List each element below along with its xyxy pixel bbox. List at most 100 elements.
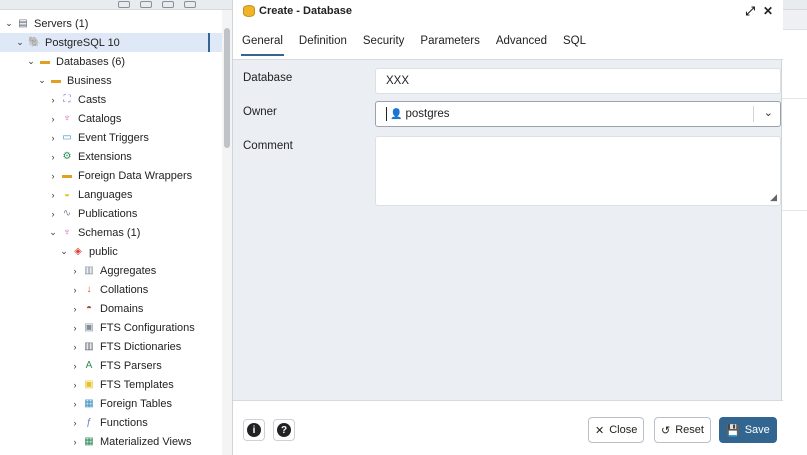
tree-item[interactable]: › ♆ Catalogs bbox=[0, 109, 222, 128]
tree-item[interactable]: › ▭ Event Triggers bbox=[0, 128, 222, 147]
user-icon: 👤 bbox=[390, 108, 403, 120]
tree-item[interactable]: › ◓ Domains bbox=[0, 299, 222, 318]
tree-item[interactable]: › ∿ Publications bbox=[0, 204, 222, 223]
chevron-right-icon[interactable]: › bbox=[48, 133, 58, 143]
tree-item[interactable]: › ▦ Foreign Tables bbox=[0, 394, 222, 413]
databases-icon: ▬ bbox=[40, 55, 50, 67]
tree-item[interactable]: › ƒ Functions bbox=[0, 413, 222, 432]
chevron-right-icon[interactable]: › bbox=[70, 266, 80, 276]
tree-item[interactable]: › ⛶ Casts bbox=[0, 90, 222, 109]
tree-item-label: Languages bbox=[78, 188, 133, 201]
object-explorer: ⌄ ▤ Servers (1) ⌄ 🐘 PostgreSQL 10 ⌄ ▬ Databases … bbox=[0, 10, 232, 455]
chevron-down-icon[interactable]: ⌄ bbox=[59, 246, 69, 257]
owner-select[interactable]: 👤 postgres ⌄ bbox=[375, 101, 781, 127]
toolbar-icon[interactable] bbox=[184, 1, 196, 8]
chevron-right-icon[interactable]: › bbox=[48, 190, 58, 200]
tree-item[interactable]: › ◒ Languages bbox=[0, 185, 222, 204]
tree-item[interactable]: ⌄ ▬ Databases (6) bbox=[0, 52, 222, 71]
tab-definition[interactable]: Definition bbox=[298, 22, 348, 60]
tab-sql[interactable]: SQL bbox=[562, 22, 587, 60]
info-icon: i bbox=[247, 423, 261, 437]
chevron-right-icon[interactable]: › bbox=[70, 380, 80, 390]
help-icon: ? bbox=[277, 423, 291, 437]
fts-config-icon: ▣ bbox=[84, 321, 94, 333]
dialog-title-bar[interactable]: Create - Database ⤢ ✕ bbox=[233, 0, 783, 22]
chevron-right-icon[interactable]: › bbox=[48, 171, 58, 181]
tree-item[interactable]: ⌄ 🐘 PostgreSQL 10 bbox=[0, 33, 222, 52]
chevron-right-icon[interactable]: › bbox=[70, 437, 80, 447]
info-button[interactable]: i bbox=[243, 419, 265, 441]
catalog-icon: ♆ bbox=[63, 112, 71, 124]
tree-item[interactable]: › ▣ FTS Configurations bbox=[0, 318, 222, 337]
tree-item[interactable]: › ↓ Collations bbox=[0, 280, 222, 299]
chevron-right-icon[interactable]: › bbox=[48, 114, 58, 124]
chevron-right-icon[interactable]: › bbox=[48, 95, 58, 105]
tree-item[interactable]: › ⚙ Extensions bbox=[0, 147, 222, 166]
chevron-right-icon[interactable]: › bbox=[70, 323, 80, 333]
comment-textarea[interactable]: ◢ bbox=[375, 136, 781, 206]
tree-item[interactable]: ⌄ ◈ public bbox=[0, 242, 222, 261]
server-icon: ▤ bbox=[18, 17, 28, 29]
toolbar-icon[interactable] bbox=[118, 1, 130, 8]
tree-item-label: Casts bbox=[78, 93, 107, 106]
chevron-right-icon[interactable]: › bbox=[70, 361, 80, 371]
tree-item-label: Publications bbox=[78, 207, 138, 220]
event-trigger-icon: ▭ bbox=[62, 131, 72, 143]
tree-item[interactable]: ⌄ ♆ Schemas (1) bbox=[0, 223, 222, 242]
chevron-down-icon[interactable]: ⌄ bbox=[26, 56, 36, 67]
save-icon: 💾 bbox=[726, 424, 740, 437]
tree-item-label: PostgreSQL 10 bbox=[45, 36, 120, 49]
toolbar-icon[interactable] bbox=[140, 1, 152, 8]
reset-button-label: Reset bbox=[675, 424, 704, 436]
database-icon: ▬ bbox=[51, 74, 61, 86]
tree-item[interactable]: › ▣ FTS Templates bbox=[0, 375, 222, 394]
chevron-right-icon[interactable]: › bbox=[70, 399, 80, 409]
toolbar-icon[interactable] bbox=[162, 1, 174, 8]
tree-item-label: FTS Templates bbox=[100, 378, 174, 391]
tree-item[interactable]: › ▥ FTS Dictionaries bbox=[0, 337, 222, 356]
tree-item[interactable]: › ▬ Foreign Data Wrappers bbox=[0, 166, 222, 185]
save-button[interactable]: 💾 Save bbox=[719, 417, 777, 443]
close-button[interactable]: ✕ Close bbox=[588, 417, 645, 443]
dialog-tabs: General Definition Security Parameters A… bbox=[233, 22, 783, 60]
tree-item-label: Catalogs bbox=[78, 112, 122, 125]
tree-item[interactable]: ⌄ ▬ Business bbox=[0, 71, 222, 90]
reset-button[interactable]: ↺ Reset bbox=[654, 417, 711, 443]
maximize-icon[interactable]: ⤢ bbox=[745, 4, 755, 19]
help-button[interactable]: ? bbox=[273, 419, 295, 441]
divider bbox=[782, 210, 807, 211]
chevron-right-icon[interactable]: › bbox=[70, 342, 80, 352]
chevron-down-icon[interactable]: ⌄ bbox=[764, 106, 773, 119]
domain-icon: ◓ bbox=[85, 302, 93, 314]
tab-advanced[interactable]: Advanced bbox=[495, 22, 548, 60]
chevron-right-icon[interactable]: › bbox=[70, 418, 80, 428]
tree-item[interactable]: ⌄ ▤ Servers (1) bbox=[0, 14, 222, 33]
chevron-right-icon[interactable]: › bbox=[70, 304, 80, 314]
tree-item-label: Aggregates bbox=[100, 264, 157, 277]
divider bbox=[782, 98, 807, 99]
chevron-right-icon[interactable]: › bbox=[48, 209, 58, 219]
tree-item[interactable]: › A FTS Parsers bbox=[0, 356, 222, 375]
select-separator bbox=[753, 106, 754, 122]
close-icon[interactable]: ✕ bbox=[763, 4, 773, 19]
tree-item-label: Foreign Data Wrappers bbox=[78, 169, 193, 182]
tree-item[interactable]: › ▦ Materialized Views bbox=[0, 432, 222, 451]
chevron-down-icon[interactable]: ⌄ bbox=[15, 37, 25, 48]
tab-parameters[interactable]: Parameters bbox=[419, 22, 480, 60]
chevron-right-icon[interactable]: › bbox=[70, 285, 80, 295]
chevron-right-icon[interactable]: › bbox=[48, 152, 58, 162]
tree-item-label: Collations bbox=[100, 283, 149, 296]
tab-general[interactable]: General bbox=[241, 22, 284, 60]
reset-icon: ↺ bbox=[661, 424, 671, 437]
database-name-input[interactable]: XXX bbox=[375, 68, 781, 94]
explorer-scrollbar-thumb[interactable] bbox=[224, 28, 230, 148]
tab-security[interactable]: Security bbox=[362, 22, 406, 60]
tree-item[interactable]: › ▥ Aggregates bbox=[0, 261, 222, 280]
resize-grip-icon[interactable]: ◢ bbox=[770, 192, 777, 203]
function-icon: ƒ bbox=[86, 416, 92, 428]
chevron-down-icon[interactable]: ⌄ bbox=[48, 227, 58, 238]
chevron-down-icon[interactable]: ⌄ bbox=[4, 18, 14, 29]
tree-item-label: Foreign Tables bbox=[100, 397, 172, 410]
chevron-down-icon[interactable]: ⌄ bbox=[37, 75, 47, 86]
dialog-title: Create - Database bbox=[259, 5, 352, 17]
